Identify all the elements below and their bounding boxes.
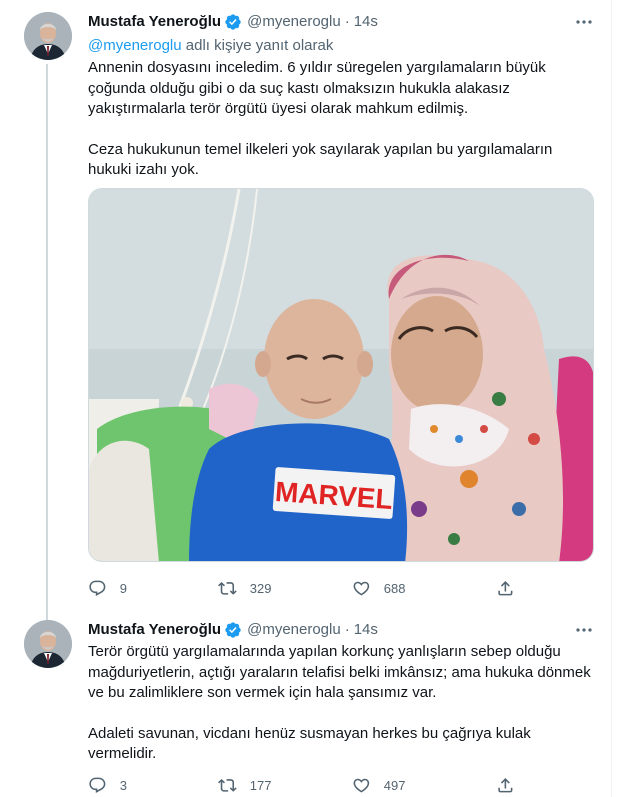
retweet-icon xyxy=(218,778,237,792)
tweet-text: Terör örgütü yargılamalarında yapılan ko… xyxy=(88,642,598,765)
thread-connector-line xyxy=(46,608,48,620)
reply-icon xyxy=(89,580,106,596)
author-name[interactable]: Mustafa Yeneroğlu xyxy=(88,12,221,32)
replying-to-line: @myeneroglu adlı kişiye yanıt olarak xyxy=(88,36,333,56)
reply-icon xyxy=(89,777,106,793)
author-name[interactable]: Mustafa Yeneroğlu xyxy=(88,620,221,640)
avatar[interactable] xyxy=(24,12,72,60)
like-button[interactable]: 688 xyxy=(352,578,405,598)
reply-button[interactable]: 3 xyxy=(88,775,127,795)
tweet[interactable]: Mustafa Yeneroğlu @myeneroglu · 14s @mye… xyxy=(0,0,612,608)
avatar-portrait-icon xyxy=(24,620,72,668)
tweet-text: Annenin dosyasını inceledim. 6 yıldır sü… xyxy=(88,58,598,181)
reply-button[interactable]: 9 xyxy=(88,578,127,598)
retweet-button[interactable]: 329 xyxy=(218,578,271,598)
tweet-header: Mustafa Yeneroğlu @myeneroglu · 14s xyxy=(88,620,378,640)
reply-count: 9 xyxy=(119,580,127,596)
like-count: 688 xyxy=(383,580,406,596)
retweet-count: 177 xyxy=(249,777,272,793)
tweet-paragraph: Ceza hukukunun temel ilkeleri yok sayıla… xyxy=(88,140,553,179)
like-count: 497 xyxy=(383,777,406,793)
timestamp[interactable]: 14s xyxy=(354,620,378,640)
tweet-photo[interactable]: MARVEL xyxy=(88,188,594,562)
tweet-paragraph: Adaleti savunan, vicdanı henüz susmayan … xyxy=(88,724,531,763)
separator-dot: · xyxy=(344,621,350,638)
more-options-icon[interactable] xyxy=(574,620,594,640)
tweet-actions: 9 329 688 xyxy=(88,578,598,598)
author-handle[interactable]: @myeneroglu xyxy=(247,12,341,32)
like-button[interactable]: 497 xyxy=(352,775,405,795)
author-handle[interactable]: @myeneroglu xyxy=(247,620,341,640)
retweet-count: 329 xyxy=(249,580,272,596)
share-button[interactable] xyxy=(496,578,515,598)
heart-icon xyxy=(353,778,370,793)
heart-icon xyxy=(353,581,370,596)
share-icon xyxy=(498,777,513,793)
avatar-portrait-icon xyxy=(24,12,72,60)
tweet-actions: 3 177 497 xyxy=(88,775,598,795)
retweet-button[interactable]: 177 xyxy=(218,775,271,795)
thread-connector-line xyxy=(46,64,48,608)
separator-dot: · xyxy=(344,13,350,30)
tweet-paragraph: Annenin dosyasını inceledim. 6 yıldır sü… xyxy=(88,59,546,117)
timestamp[interactable]: 14s xyxy=(354,12,378,32)
tweet[interactable]: Mustafa Yeneroğlu @myeneroglu · 14s Terö… xyxy=(0,608,612,797)
share-icon xyxy=(498,580,513,596)
retweet-icon xyxy=(218,581,237,595)
tweet-paragraph: Terör örgütü yargılamalarında yapılan ko… xyxy=(88,643,591,701)
more-options-icon[interactable] xyxy=(574,12,594,32)
photo-mother-and-child: MARVEL xyxy=(89,189,593,561)
reply-label: adlı kişiye yanıt olarak xyxy=(181,37,334,54)
avatar[interactable] xyxy=(24,620,72,668)
share-button[interactable] xyxy=(496,775,515,795)
verified-badge-icon xyxy=(224,621,242,639)
reply-mention-link[interactable]: @myeneroglu xyxy=(88,37,182,54)
tweet-header: Mustafa Yeneroğlu @myeneroglu · 14s xyxy=(88,12,378,32)
verified-badge-icon xyxy=(224,13,242,31)
reply-count: 3 xyxy=(119,777,127,793)
